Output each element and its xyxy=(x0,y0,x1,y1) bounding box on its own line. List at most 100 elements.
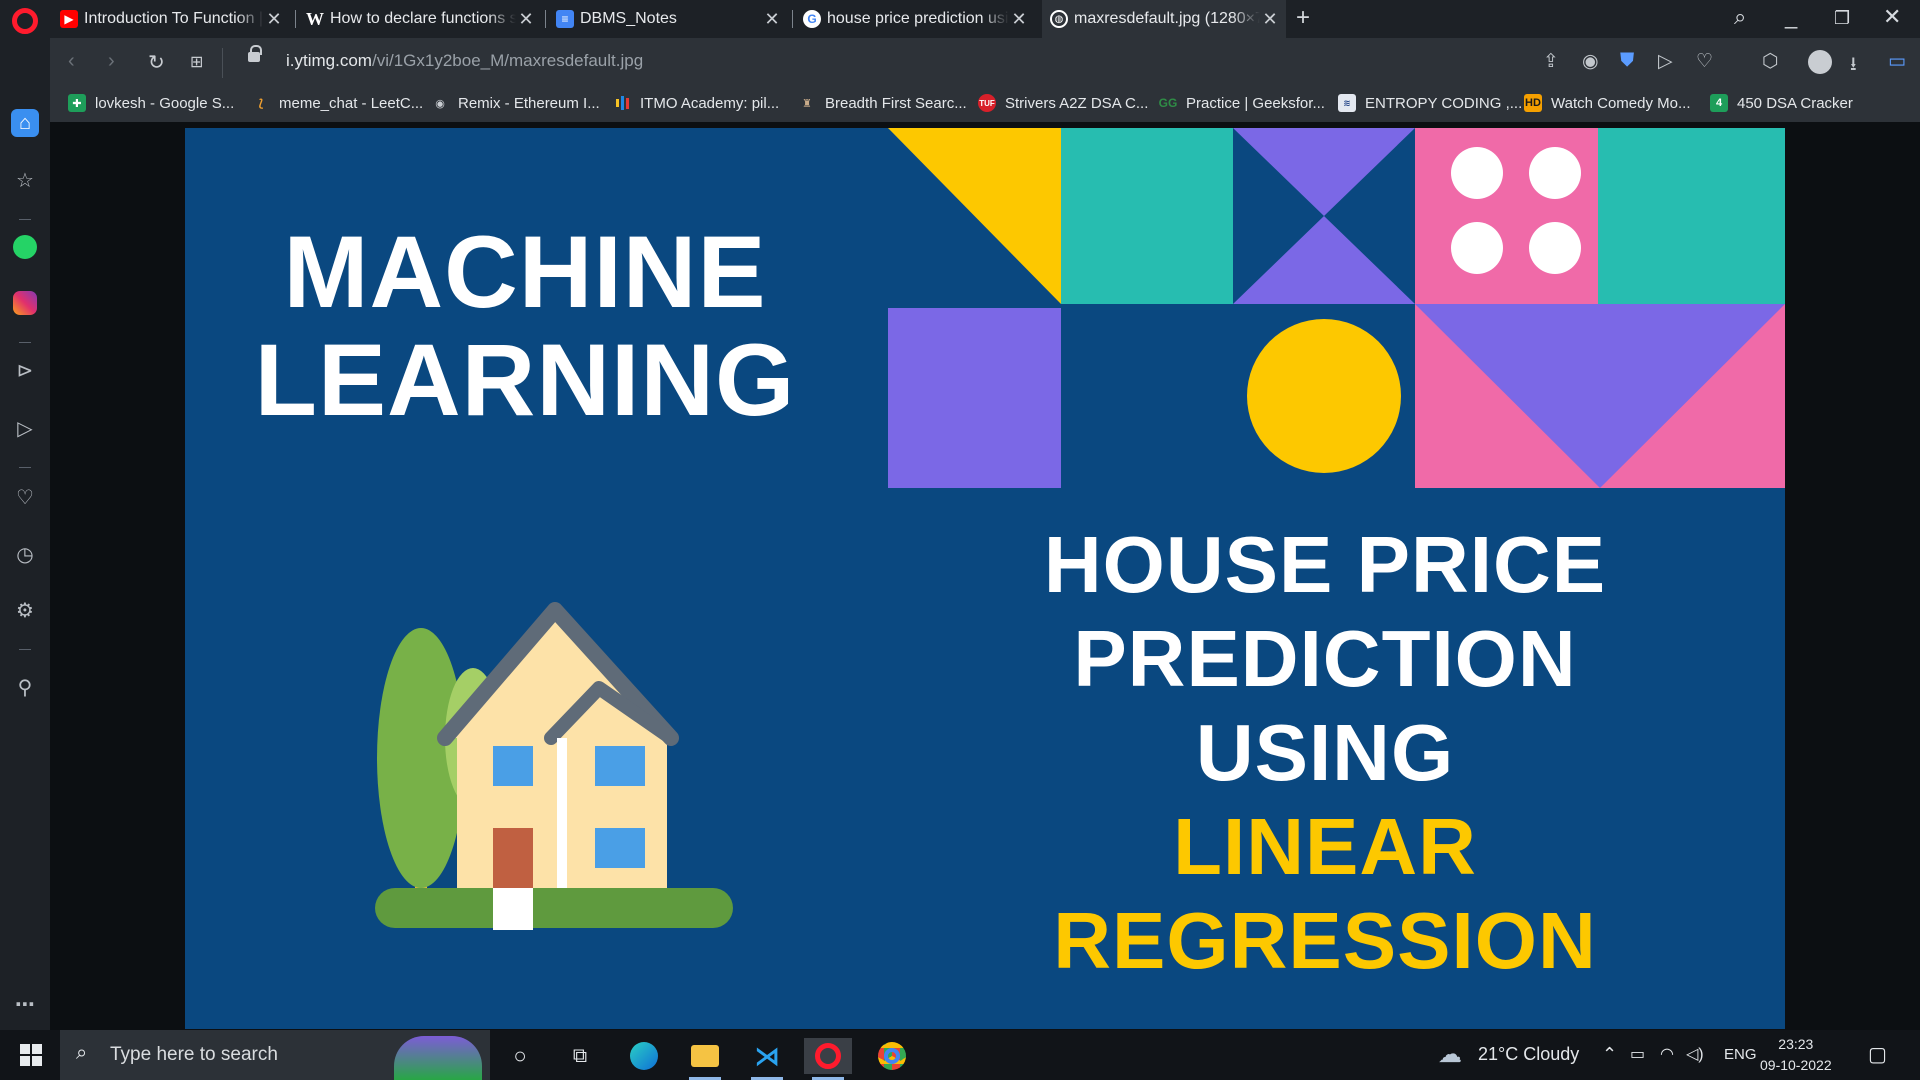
search-highlight-icon xyxy=(394,1036,482,1080)
title-line-1: MACHINE xyxy=(283,215,767,329)
remix-icon: ◉ xyxy=(435,97,445,110)
bookmark-10[interactable]: 4 450 DSA Cracker xyxy=(1710,94,1853,112)
displayed-image: MACHINE LEARNING HOUSE PRICE PREDICTION … xyxy=(185,128,1785,1029)
leetcode-icon: ⟅ xyxy=(258,97,264,110)
restore-button[interactable]: ❐ xyxy=(1834,8,1850,29)
windows-start-icon[interactable] xyxy=(20,1044,42,1066)
gfg-icon: GG xyxy=(1158,96,1178,110)
edge-icon[interactable] xyxy=(620,1038,668,1074)
bookmark-4[interactable]: ITMO Academy: pil... xyxy=(613,94,779,112)
cortana-icon[interactable]: ○ xyxy=(496,1038,544,1074)
close-icon[interactable]: ✕ xyxy=(516,9,536,30)
wikipedia-icon: W xyxy=(306,8,324,29)
new-tab-button[interactable]: + xyxy=(1296,4,1310,32)
language-indicator[interactable]: ENG xyxy=(1724,1046,1757,1063)
lock-icon[interactable] xyxy=(248,45,262,62)
bookmark-1[interactable]: ✚ lovkesh - Google S... xyxy=(68,94,234,112)
clock[interactable]: 23:23 09-10-2022 xyxy=(1760,1034,1832,1076)
adblock-icon[interactable]: ⛊ xyxy=(1620,50,1634,72)
divider xyxy=(19,467,31,468)
subtitle-block: HOUSE PRICE PREDICTION USING LINEAR REGR… xyxy=(945,518,1705,988)
tab-5-active[interactable]: ◍ maxresdefault.jpg (1280×720) ✕ xyxy=(1042,0,1286,38)
tab-separator xyxy=(545,10,546,28)
chevron-up-icon[interactable]: ⌃ xyxy=(1602,1044,1617,1065)
bookmarks-bar: ✚ lovkesh - Google S... ⟅ meme_chat - Le… xyxy=(50,88,1920,122)
taskbar-search[interactable]: ⌕ Type here to search xyxy=(60,1030,490,1080)
settings-icon[interactable]: ⚙ xyxy=(11,596,39,624)
heart-icon[interactable]: ♡ xyxy=(11,483,39,511)
chrome-icon[interactable] xyxy=(868,1038,916,1074)
clock-time: 23:23 xyxy=(1778,1036,1814,1052)
close-window-button[interactable]: ✕ xyxy=(1883,4,1901,30)
star-icon[interactable]: ☆ xyxy=(11,166,39,194)
camera-icon[interactable]: ◉ xyxy=(1582,50,1599,73)
subtitle-line-3: USING xyxy=(1195,708,1455,797)
battery-icon[interactable]: ▭ xyxy=(1630,1044,1645,1064)
back-icon[interactable]: ‹ xyxy=(68,50,75,73)
bookmark-5[interactable]: ♜ Breadth First Searc... xyxy=(798,94,967,112)
address-bar: ‹ › ↻ ⊞ i.ytimg.com/vi/1Gx1y2boe_M/maxre… xyxy=(50,38,1920,88)
close-icon[interactable]: ✕ xyxy=(762,9,782,30)
bookmark-3[interactable]: ◉ Remix - Ethereum I... xyxy=(431,94,600,112)
history-icon[interactable]: ◷ xyxy=(11,540,39,568)
bookmark-6[interactable]: TUF Strivers A2Z DSA C... xyxy=(978,94,1148,112)
close-icon[interactable]: ✕ xyxy=(264,9,284,30)
google-icon: G xyxy=(803,10,821,28)
forward-icon[interactable]: › xyxy=(108,50,115,73)
opera-logo-icon[interactable] xyxy=(12,8,38,34)
vscode-icon[interactable]: ⋊ xyxy=(743,1038,791,1080)
bookmark-9[interactable]: HD Watch Comedy Mo... xyxy=(1524,94,1690,112)
bookmark-7[interactable]: GG Practice | Geeksfor... xyxy=(1159,94,1325,112)
tab-2[interactable]: W How to declare functions sql ✕ xyxy=(298,0,542,38)
tab-1[interactable]: ▶ Introduction To Function | Excel ✕ xyxy=(52,0,290,38)
weather-cloud-icon[interactable]: ☁ xyxy=(1438,1040,1462,1069)
opera-taskbar-icon[interactable] xyxy=(804,1038,852,1080)
task-view-icon[interactable]: ⧉ xyxy=(556,1038,604,1074)
tab-strip: ▶ Introduction To Function | Excel ✕ W H… xyxy=(0,0,1920,38)
more-icon[interactable]: ⋯ xyxy=(11,990,39,1018)
notifications-icon[interactable]: ▢ xyxy=(1868,1042,1887,1067)
extensions-icon[interactable]: ⬡ xyxy=(1762,50,1779,73)
docs-icon: ≡ xyxy=(556,10,574,28)
close-icon[interactable]: ✕ xyxy=(1009,9,1029,30)
url-field[interactable]: i.ytimg.com/vi/1Gx1y2boe_M/maxresdefault… xyxy=(286,51,643,71)
tab-separator xyxy=(792,10,793,28)
send-icon[interactable]: ▷ xyxy=(1658,50,1673,73)
subtitle-line-1: HOUSE PRICE xyxy=(1043,520,1607,609)
weather-text[interactable]: 21°C Cloudy xyxy=(1478,1044,1579,1065)
bookmark-8[interactable]: ≋ ENTROPY CODING ,... xyxy=(1338,94,1522,112)
reload-icon[interactable]: ↻ xyxy=(148,50,165,75)
tabs-grid-icon[interactable]: ⊞ xyxy=(190,52,203,72)
divider xyxy=(19,649,31,650)
youtube-icon: ▶ xyxy=(60,10,78,28)
search-icon: ⌕ xyxy=(76,1042,88,1064)
share-icon[interactable]: ⇪ xyxy=(1543,50,1559,73)
volume-icon[interactable]: ◁) xyxy=(1686,1044,1704,1064)
bulb-icon[interactable]: ⚲ xyxy=(11,673,39,701)
codeforces-icon xyxy=(613,94,631,112)
page-viewport: MACHINE LEARNING HOUSE PRICE PREDICTION … xyxy=(50,122,1920,1030)
whatsapp-icon[interactable] xyxy=(11,233,39,261)
file-explorer-icon[interactable] xyxy=(681,1038,729,1080)
heart-icon[interactable]: ♡ xyxy=(1696,50,1713,73)
instagram-icon[interactable] xyxy=(11,289,39,317)
tab-3[interactable]: ≡ DBMS_Notes ✕ xyxy=(548,0,788,38)
minimize-button[interactable]: _ xyxy=(1785,4,1797,30)
owl-icon: ♜ xyxy=(802,97,812,110)
tuf-icon: TUF xyxy=(978,94,996,112)
close-icon[interactable]: ✕ xyxy=(1260,9,1280,30)
download-icon[interactable]: ⭳ xyxy=(1850,50,1857,82)
home-icon[interactable]: ⌂ xyxy=(11,109,39,137)
title-line-2: LEARNING xyxy=(254,323,796,437)
profile-avatar[interactable] xyxy=(1808,50,1832,74)
title-machine-learning: MACHINE LEARNING xyxy=(225,218,825,434)
search-tabs-icon[interactable]: ⌕ xyxy=(1734,4,1746,30)
divider xyxy=(222,48,223,78)
divider xyxy=(19,219,31,220)
send-icon[interactable]: ▷ xyxy=(11,414,39,442)
bookmark-2[interactable]: ⟅ meme_chat - LeetC... xyxy=(252,94,423,112)
wifi-icon[interactable]: ◠ xyxy=(1660,1044,1674,1064)
tab-4[interactable]: G house price prediction using ✕ xyxy=(795,0,1035,38)
battery-saver-icon[interactable]: ▭ xyxy=(1888,50,1906,73)
player-icon[interactable]: ⊳ xyxy=(11,356,39,384)
